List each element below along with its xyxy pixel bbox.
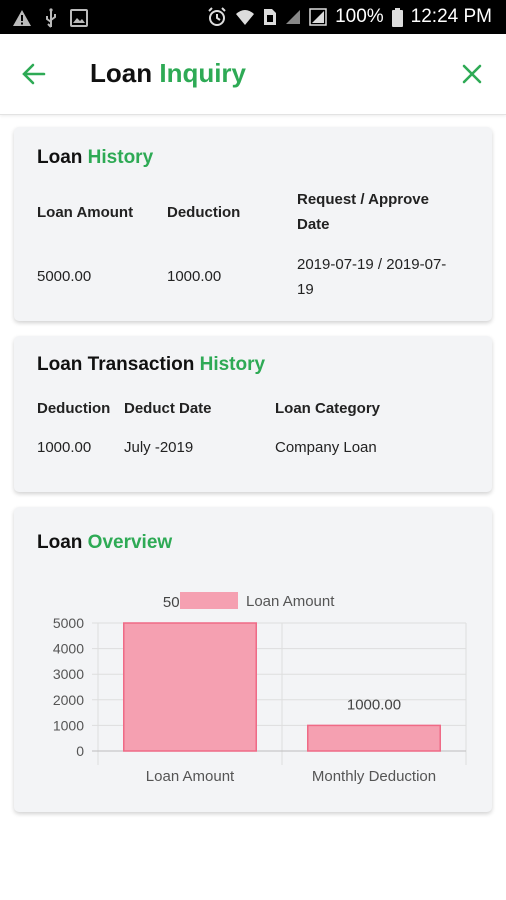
y-tick-label-1: 1000 <box>53 717 84 733</box>
loan-history-card: Loan History Loan Amount Deduction Reque… <box>14 127 492 321</box>
x-tick-label-0: Loan Amount <box>146 768 235 785</box>
arrow-left-icon <box>22 63 46 85</box>
wifi-icon <box>235 8 255 26</box>
battery-percent: 100% <box>335 6 384 27</box>
value-deduction-tx: 1000.00 <box>37 439 92 456</box>
loan-history-title-part2: History <box>87 147 154 168</box>
close-button[interactable] <box>458 60 486 88</box>
y-tick-label-5: 5000 <box>53 615 84 631</box>
y-tick-label-4: 4000 <box>53 641 84 657</box>
header-deduction-tx: Deduction <box>37 400 111 417</box>
sim-card-icon <box>263 8 277 26</box>
usb-icon <box>44 8 58 28</box>
legend-label: Loan Amount <box>246 593 335 610</box>
battery-icon <box>391 7 403 27</box>
warning-icon <box>12 9 32 27</box>
x-tick-label-1: Monthly Deduction <box>312 768 436 785</box>
y-tick-label-3: 3000 <box>53 666 84 682</box>
header-request-approve: Request / Approve <box>297 191 429 208</box>
bar-data-label-1: 1000.00 <box>347 696 401 713</box>
header-loan-category: Loan Category <box>275 400 381 417</box>
y-tick-label-0: 0 <box>76 743 84 759</box>
loan-overview-chart: 0100020003000400050005000.00Loan Amount1… <box>53 592 467 785</box>
transaction-history-title-part1: Loan Transaction <box>37 354 195 375</box>
app-bar: Loan Inquiry <box>0 34 506 115</box>
loan-history-title-part1: Loan <box>37 147 83 168</box>
signal-icon <box>285 9 301 25</box>
transaction-history-title-part2: History <box>199 354 266 375</box>
transaction-history-card: Loan Transaction History Deduction Deduc… <box>14 336 492 492</box>
alarm-icon <box>207 7 227 27</box>
page-title-part1: Loan <box>90 58 153 88</box>
transaction-history-title: Loan Transaction History <box>37 354 265 376</box>
header-date: Date <box>297 216 330 233</box>
signal-icon-2 <box>309 8 327 26</box>
close-icon <box>462 64 482 84</box>
value-date-line1: 2019-07-19 / 2019-07- <box>297 256 447 273</box>
header-loan-amount: Loan Amount <box>37 204 134 221</box>
page-title: Loan Inquiry <box>90 58 246 89</box>
header-deduct-date: Deduct Date <box>124 400 212 417</box>
image-icon <box>70 9 88 27</box>
status-bar: 100% 12:24 PM <box>0 0 506 34</box>
loan-history-title: Loan History <box>37 147 153 169</box>
value-deduct-date: July -2019 <box>124 439 194 456</box>
back-button[interactable] <box>20 60 48 88</box>
clock: 12:24 PM <box>410 6 492 27</box>
value-date-line2: 19 <box>297 281 314 298</box>
loan-overview-card: Loan Overview 0100020003000400050005000.… <box>14 507 492 812</box>
bar-0 <box>123 622 257 752</box>
value-loan-amount: 5000.00 <box>37 268 92 285</box>
header-deduction: Deduction <box>167 204 241 221</box>
bar-1 <box>307 724 441 752</box>
legend-swatch <box>180 592 238 609</box>
value-loan-category: Company Loan <box>275 439 377 456</box>
y-tick-label-2: 2000 <box>53 692 84 708</box>
value-deduction: 1000.00 <box>167 268 222 285</box>
page-title-part2: Inquiry <box>159 58 247 88</box>
